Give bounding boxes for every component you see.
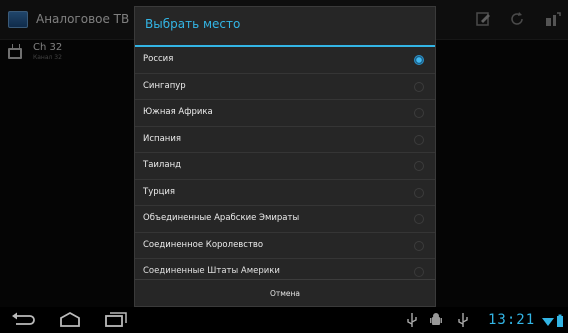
location-item[interactable]: Сингапур: [135, 74, 435, 100]
radio-button-checked[interactable]: [414, 55, 424, 65]
usb-icon: [457, 311, 469, 329]
location-label: Объединенные Арабские Эмираты: [143, 213, 300, 223]
location-item[interactable]: Соединенные Штаты Америки: [135, 259, 435, 279]
location-item[interactable]: Турция: [135, 180, 435, 206]
radio-button[interactable]: [414, 214, 424, 224]
location-item[interactable]: Южная Африка: [135, 100, 435, 127]
home-icon[interactable]: [58, 311, 82, 329]
location-item[interactable]: Объединенные Арабские Эмираты: [135, 206, 435, 233]
radio-button[interactable]: [414, 81, 424, 92]
location-label: Соединенное Королевство: [143, 239, 264, 250]
location-item[interactable]: Таиланд: [135, 153, 435, 180]
dialog-button-bar: Отмена: [135, 279, 435, 306]
radio-button[interactable]: [414, 134, 424, 145]
location-label: Испания: [143, 133, 181, 144]
location-label: Турция: [143, 186, 176, 197]
location-item[interactable]: Россия: [135, 47, 435, 74]
location-list[interactable]: Россия Сингапур Южная Африка Испания Таи…: [135, 47, 435, 279]
android-debug-icon: [429, 311, 443, 329]
cancel-button[interactable]: Отмена: [135, 280, 435, 306]
back-icon[interactable]: [10, 311, 36, 329]
location-item[interactable]: Соединенное Королевство: [135, 233, 435, 259]
system-bar: 13:21: [0, 307, 568, 333]
location-label: Южная Африка: [143, 107, 213, 117]
battery-icon: [556, 311, 564, 329]
radio-button[interactable]: [414, 161, 424, 171]
location-label: Россия: [143, 54, 174, 64]
usb-icon: [406, 311, 418, 329]
radio-button[interactable]: [414, 267, 424, 277]
dialog-title: Выбрать место: [145, 17, 241, 31]
radio-button[interactable]: [414, 240, 424, 251]
select-location-dialog: Выбрать место Россия Сингапур Южная Афри…: [134, 6, 436, 307]
location-label: Сингапур: [143, 80, 186, 91]
location-label: Соединенные Штаты Америки: [143, 266, 280, 276]
radio-button[interactable]: [414, 187, 424, 198]
recent-apps-icon[interactable]: [104, 311, 128, 329]
clock: 13:21: [488, 312, 536, 328]
wifi-icon: [541, 311, 555, 329]
location-label: Таиланд: [143, 160, 182, 170]
location-item[interactable]: Испания: [135, 127, 435, 153]
radio-button[interactable]: [414, 108, 424, 118]
